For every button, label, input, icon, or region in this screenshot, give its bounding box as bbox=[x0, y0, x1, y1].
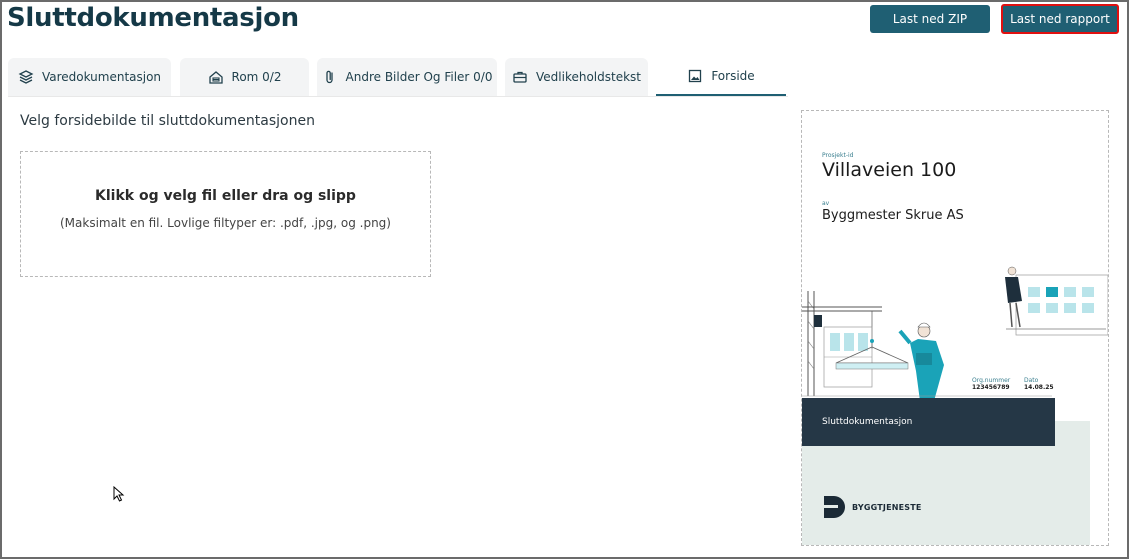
image-icon bbox=[689, 69, 702, 83]
construction-illustration bbox=[802, 266, 1108, 401]
tab-varedokumentasjon[interactable]: Varedokumentasjon bbox=[8, 58, 171, 96]
project-name: Villaveien 100 bbox=[822, 159, 957, 181]
download-report-label: Last ned rapport bbox=[1010, 12, 1110, 26]
house-icon bbox=[208, 71, 223, 84]
org-label: Org.nummer bbox=[972, 377, 1011, 384]
tab-label: Rom 0/2 bbox=[231, 70, 282, 84]
layers-icon bbox=[18, 70, 34, 84]
mouse-pointer-icon bbox=[113, 486, 125, 502]
download-zip-button[interactable]: Last ned ZIP bbox=[870, 5, 990, 33]
toolbox-icon bbox=[513, 71, 527, 83]
tab-label: Varedokumentasjon bbox=[41, 70, 162, 84]
tab-label: Vedlikeholdstekst bbox=[536, 70, 641, 84]
company-name: Byggmester Skrue AS bbox=[822, 208, 964, 223]
dropzone-title: Klikk og velg fil eller dra og slipp bbox=[95, 188, 356, 204]
tab-forside[interactable]: Forside bbox=[656, 58, 786, 96]
by-label: av bbox=[822, 200, 830, 207]
download-report-button[interactable]: Last ned rapport bbox=[1001, 4, 1119, 34]
tab-divider bbox=[8, 96, 788, 97]
cover-band: Sluttdokumentasjon bbox=[802, 398, 1055, 446]
byggtjeneste-logo: BYGGTJENESTE bbox=[822, 494, 922, 520]
logo-text: BYGGTJENESTE bbox=[852, 502, 922, 512]
file-dropzone[interactable]: Klikk og velg fil eller dra og slipp (Ma… bbox=[20, 151, 431, 277]
dropzone-hint: (Maksimalt en fil. Lovlige filtyper er: … bbox=[60, 216, 391, 230]
page-title: Sluttdokumentasjon bbox=[7, 3, 299, 33]
tab-andre-bilder[interactable]: Andre Bilder Og Filer 0/0 bbox=[317, 58, 497, 96]
paperclip-icon bbox=[325, 70, 333, 84]
section-title: Velg forsidebilde til sluttdokumentasjon… bbox=[20, 113, 315, 129]
tab-vedlikeholdstekst[interactable]: Vedlikeholdstekst bbox=[505, 58, 648, 96]
cover-band-title: Sluttdokumentasjon bbox=[822, 417, 913, 427]
byggtjeneste-logo-icon bbox=[824, 496, 845, 518]
tab-label: Forside bbox=[711, 69, 755, 83]
date-label: Dato bbox=[1024, 377, 1039, 384]
org-value: 123456789 bbox=[972, 384, 1010, 391]
tab-rom[interactable]: Rom 0/2 bbox=[180, 58, 309, 96]
cover-preview: Prosjekt-id Villaveien 100 av Byggmester… bbox=[801, 110, 1109, 546]
date-value: 14.08.25 bbox=[1024, 384, 1054, 391]
tab-label: Andre Bilder Og Filer 0/0 bbox=[345, 70, 493, 84]
project-label: Prosjekt-id bbox=[822, 152, 854, 159]
